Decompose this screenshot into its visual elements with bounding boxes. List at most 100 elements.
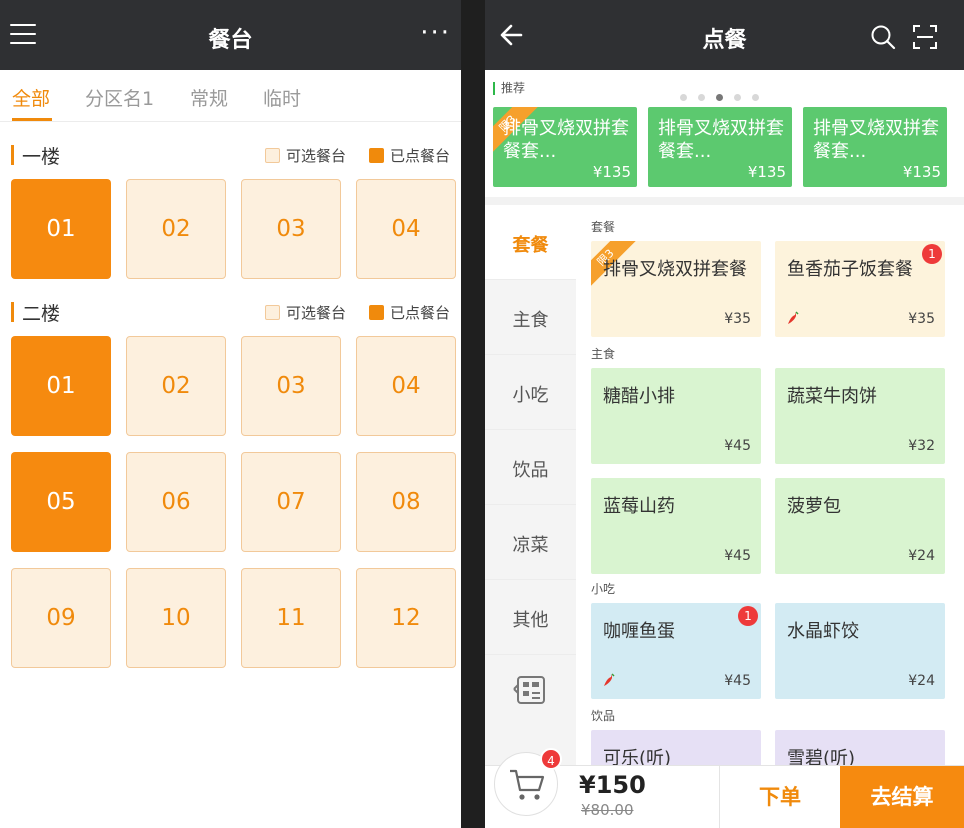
top-bar: 点餐	[485, 0, 964, 70]
switch-layout-icon[interactable]	[512, 675, 546, 707]
section-marker	[11, 145, 14, 165]
legend-occupied: 已点餐台	[369, 302, 450, 323]
category-item[interactable]: 套餐	[485, 205, 576, 280]
table-tile[interactable]: 10	[126, 568, 226, 668]
dish-name: 排骨叉烧双拼套餐套...	[658, 118, 784, 162]
dish-price: ¥24	[908, 673, 935, 689]
available-swatch	[265, 305, 280, 320]
recommend-card[interactable]: 排骨叉烧双拼套餐套... ¥135	[803, 107, 947, 187]
recommend-card[interactable]: 排骨叉烧双拼套餐套... ¥135	[648, 107, 792, 187]
table-screen: 餐台 ··· 全部 分区名1 常规 临时 一楼 可选餐台 已点餐台 01 02 03…	[0, 0, 461, 828]
zone-tabs: 全部 分区名1 常规 临时	[0, 70, 461, 122]
top-bar: 餐台 ···	[0, 0, 461, 70]
dish-price: ¥45	[724, 673, 751, 689]
table-tile[interactable]: 03	[241, 336, 341, 436]
dish-tile[interactable]: 蔬菜牛肉饼 ¥32	[775, 368, 945, 464]
dish-price: ¥45	[724, 438, 751, 454]
table-tile[interactable]: 06	[126, 452, 226, 552]
quantity-badge: 1	[922, 244, 942, 264]
dish-price: ¥32	[908, 438, 935, 454]
dish-price: ¥35	[908, 311, 935, 327]
dish-name: 咖喱鱼蛋	[603, 621, 675, 642]
category-item[interactable]: 主食	[485, 280, 576, 355]
table-tile[interactable]: 07	[241, 452, 341, 552]
carousel-dot[interactable]	[716, 94, 723, 101]
carousel-dots[interactable]	[680, 86, 770, 105]
legend-available: 可选餐台	[265, 302, 346, 323]
tab-zone-1[interactable]: 分区名1	[85, 84, 154, 111]
scan-icon[interactable]	[912, 24, 938, 50]
category-label: 其他	[512, 610, 549, 631]
dish-tile[interactable]: 鱼香茄子饭套餐 ¥35 1	[775, 241, 945, 337]
active-tab-indicator	[12, 118, 52, 121]
more-icon[interactable]: ···	[420, 18, 451, 48]
category-label: 套餐	[512, 235, 549, 256]
group-title: 套餐	[591, 220, 616, 234]
table-tile[interactable]: 04	[356, 179, 456, 279]
category-item[interactable]: 饮品	[485, 430, 576, 505]
recommend-label: 推荐	[493, 82, 525, 95]
dish-tile[interactable]: 限3 排骨叉烧双拼套餐 ¥35	[591, 241, 761, 337]
category-item[interactable]: 小吃	[485, 355, 576, 430]
dish-name: 菠萝包	[787, 496, 841, 517]
tab-all[interactable]: 全部	[12, 84, 50, 111]
table-tile[interactable]: 08	[356, 452, 456, 552]
shopping-cart-icon	[510, 769, 545, 800]
cart-bar: 4 ¥150 ¥80.00 下单 去结算	[485, 748, 964, 828]
section-divider	[485, 197, 964, 205]
quantity-badge: 1	[738, 606, 758, 626]
dish-price: ¥24	[908, 548, 935, 564]
group-title: 饮品	[591, 709, 616, 723]
dish-name: 水晶虾饺	[787, 621, 859, 642]
dish-tile[interactable]: 菠萝包 ¥24	[775, 478, 945, 574]
occupied-swatch	[369, 305, 384, 320]
table-tile[interactable]: 04	[356, 336, 456, 436]
group-title: 主食	[591, 347, 616, 361]
tab-temporary[interactable]: 临时	[263, 84, 301, 111]
carousel-dot[interactable]	[734, 94, 741, 101]
dish-price: ¥135	[902, 163, 941, 181]
search-icon[interactable]	[870, 24, 896, 50]
floor-name: 二楼	[22, 303, 61, 325]
category-item[interactable]: 凉菜	[485, 505, 576, 580]
cart-count-badge: 4	[540, 748, 562, 770]
original-price: ¥80.00	[581, 801, 634, 819]
table-tile[interactable]: 02	[126, 179, 226, 279]
dish-name: 鱼香茄子饭套餐	[787, 259, 913, 280]
carousel-dot[interactable]	[698, 94, 705, 101]
dish-name: 蔬菜牛肉饼	[787, 386, 877, 407]
page-title: 餐台	[208, 28, 253, 53]
table-tile[interactable]: 11	[241, 568, 341, 668]
carousel-dot[interactable]	[752, 94, 759, 101]
dish-tile[interactable]: 咖喱鱼蛋 ¥45 1	[591, 603, 761, 699]
table-tile[interactable]: 09	[11, 568, 111, 668]
table-tile[interactable]: 12	[356, 568, 456, 668]
category-label: 小吃	[512, 385, 549, 406]
table-tile[interactable]: 05	[11, 452, 111, 552]
dish-tile[interactable]: 水晶虾饺 ¥24	[775, 603, 945, 699]
tab-regular[interactable]: 常规	[190, 84, 228, 111]
checkout-button[interactable]: 去结算	[840, 766, 964, 828]
table-tile[interactable]: 01	[11, 336, 111, 436]
carousel-dot[interactable]	[680, 94, 687, 101]
table-tile[interactable]: 01	[11, 179, 111, 279]
dish-tile[interactable]: 糖醋小排 ¥45	[591, 368, 761, 464]
group-title: 小吃	[591, 582, 616, 596]
recommend-card[interactable]: 限3 排骨叉烧双拼套餐套... ¥135	[493, 107, 637, 187]
chili-icon	[788, 311, 799, 324]
legend-occupied: 已点餐台	[369, 145, 450, 166]
table-tile[interactable]: 02	[126, 336, 226, 436]
order-screen: 点餐 推荐 限3 排骨叉烧双拼套餐套... ¥135 排骨叉烧双拼套餐套... ¥135…	[485, 0, 964, 828]
table-tile[interactable]: 03	[241, 179, 341, 279]
dish-price: ¥45	[724, 548, 751, 564]
dish-name: 蓝莓山药	[603, 496, 675, 517]
section-marker	[11, 302, 14, 322]
category-label: 主食	[512, 310, 549, 331]
cart-total: ¥150	[579, 771, 646, 799]
dish-price: ¥35	[724, 311, 751, 327]
dish-tile[interactable]: 蓝莓山药 ¥45	[591, 478, 761, 574]
floor-name: 一楼	[22, 146, 61, 168]
occupied-swatch	[369, 148, 384, 163]
category-item[interactable]: 其他	[485, 580, 576, 655]
place-order-button[interactable]: 下单	[720, 766, 840, 828]
